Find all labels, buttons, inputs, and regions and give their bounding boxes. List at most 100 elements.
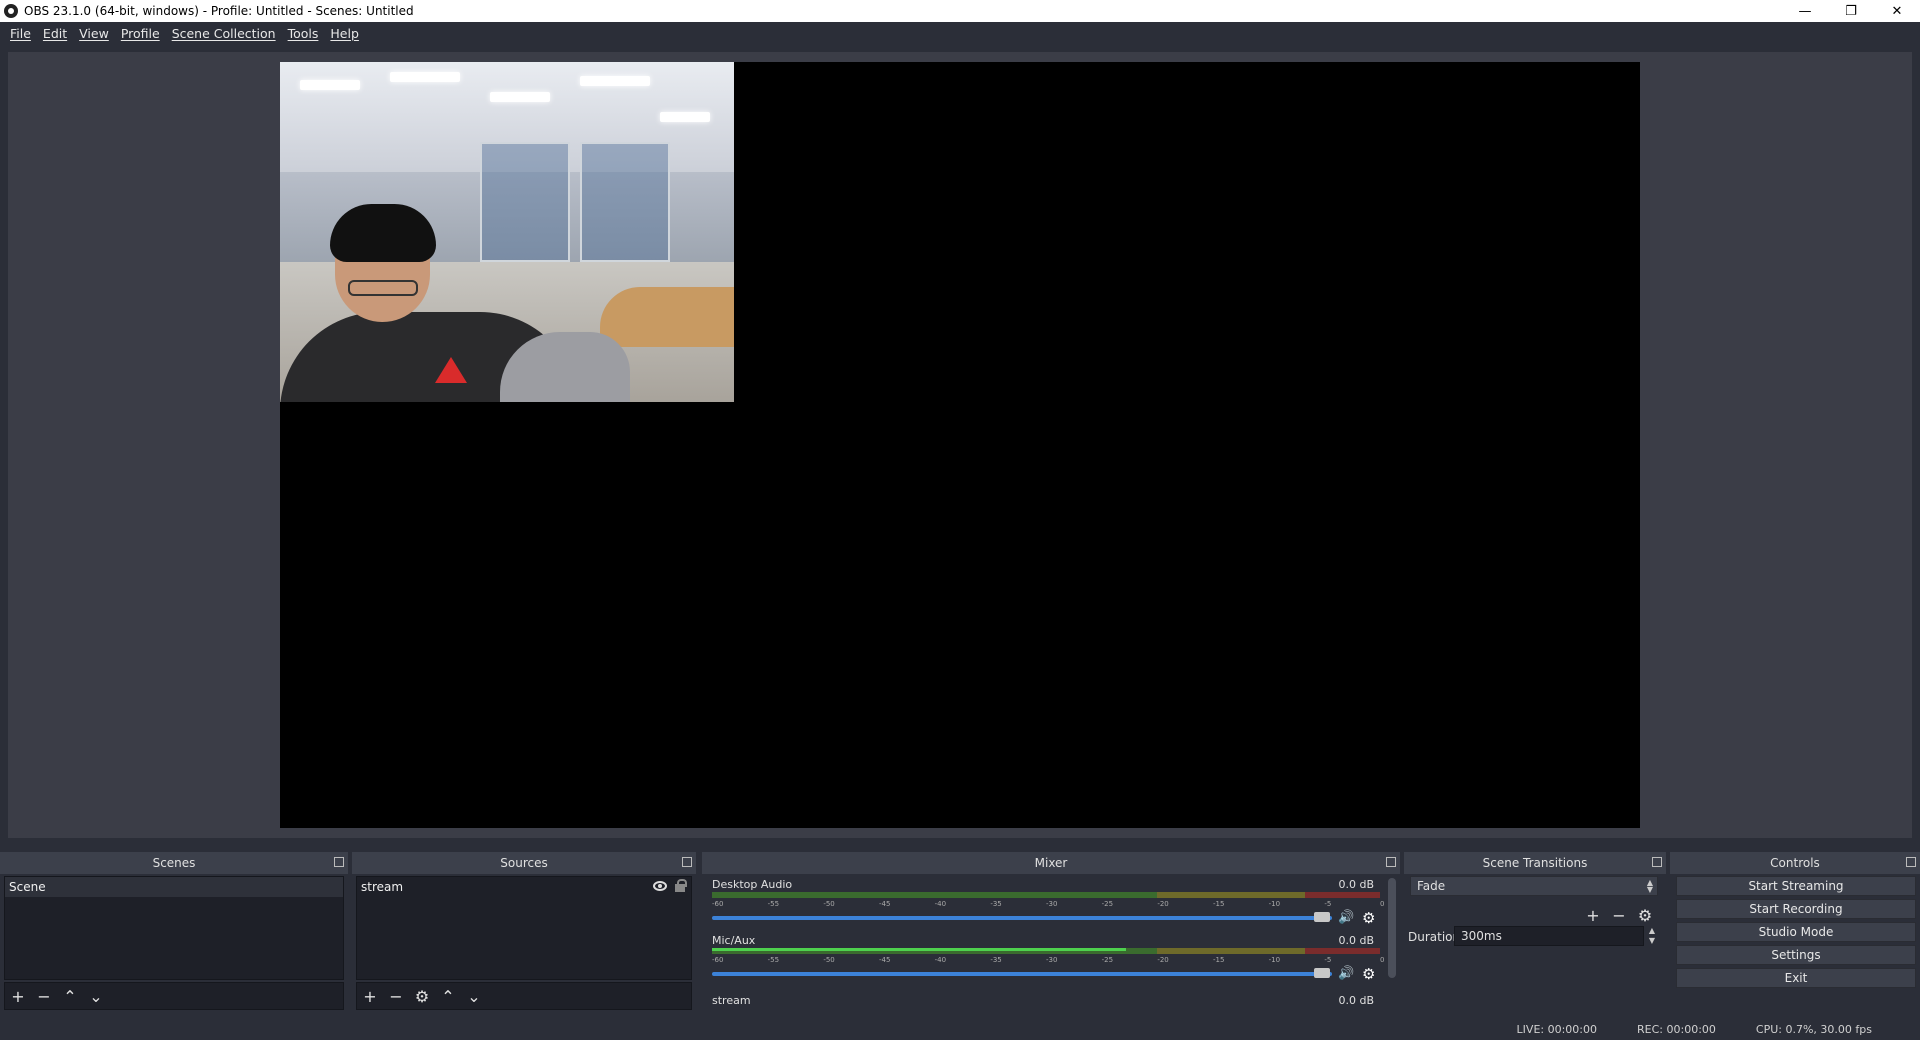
- meter-tick-label: -40: [934, 956, 947, 964]
- meter-tick-label: -50: [823, 900, 835, 908]
- maximize-button[interactable]: ❐: [1828, 0, 1874, 22]
- transition-gear-icon[interactable]: ⚙: [1632, 902, 1658, 928]
- move-down-button[interactable]: ⌄: [461, 983, 487, 1009]
- meter-tick-label: -10: [1268, 956, 1281, 964]
- speaker-icon[interactable]: 🔊: [1338, 910, 1356, 926]
- move-up-button[interactable]: ⌃: [57, 983, 83, 1009]
- meter-tick-label: -60: [712, 900, 724, 908]
- menu-bar: File Edit View Profile Scene Collection …: [0, 22, 1920, 45]
- volume-meter: [712, 948, 1380, 954]
- shirt-logo: [435, 357, 467, 383]
- mixer-header: Mixer: [702, 852, 1400, 874]
- window-title: OBS 23.1.0 (64-bit, windows) - Profile: …: [24, 4, 414, 18]
- list-item[interactable]: Scene: [5, 877, 343, 897]
- add-scene-button[interactable]: +: [5, 983, 31, 1009]
- person-glasses: [348, 280, 418, 296]
- controls-dock: Controls Start Streaming Start Recording…: [1670, 852, 1920, 1012]
- channel-name: Desktop Audio: [712, 878, 793, 891]
- gear-icon[interactable]: ⚙: [1362, 965, 1380, 983]
- meter-tick-label: -20: [1157, 956, 1169, 964]
- meter-tick-label: -55: [767, 900, 780, 908]
- undock-icon[interactable]: [334, 857, 344, 867]
- add-source-button[interactable]: +: [357, 983, 383, 1009]
- meter-tick-label: -35: [990, 900, 1002, 908]
- duration-spinner[interactable]: ▲ ▼: [1646, 926, 1658, 946]
- meter-tick-label: -20: [1157, 900, 1169, 908]
- meter-tick-label: 0: [1380, 900, 1385, 908]
- meter-tick-label: -30: [1046, 900, 1058, 908]
- remove-source-button[interactable]: −: [383, 983, 409, 1009]
- close-button[interactable]: ✕: [1874, 0, 1920, 22]
- remove-scene-button[interactable]: −: [31, 983, 57, 1009]
- menu-scene-collection[interactable]: Scene Collection: [166, 26, 282, 41]
- status-bar: LIVE: 00:00:00 REC: 00:00:00 CPU: 0.7%, …: [0, 1018, 1920, 1040]
- move-down-button[interactable]: ⌄: [83, 983, 109, 1009]
- volume-meter: [712, 892, 1380, 898]
- meter-tick-label: -30: [1046, 956, 1058, 964]
- mixer-scrollbar[interactable]: [1388, 878, 1396, 978]
- mixer-channel-desktop-audio: Desktop Audio 0.0 dB -60 -55 -50 -45 -40 -35-…: [710, 878, 1390, 934]
- gear-icon[interactable]: ⚙: [1362, 909, 1380, 927]
- menu-help[interactable]: Help: [324, 26, 365, 41]
- scene-transitions-dock: Scene Transitions Fade ▲ ▼ + − ⚙ Duration…: [1404, 852, 1666, 1012]
- menu-edit[interactable]: Edit: [37, 26, 73, 41]
- scenes-list[interactable]: Scene: [4, 876, 344, 980]
- start-recording-button[interactable]: Start Recording: [1676, 899, 1916, 919]
- volume-slider[interactable]: [712, 968, 1332, 978]
- transition-selected: Fade: [1417, 879, 1446, 893]
- visibility-eye-icon[interactable]: [653, 881, 667, 891]
- channel-db: 0.0 dB: [1338, 994, 1374, 1007]
- person-hair: [330, 204, 436, 262]
- list-item[interactable]: stream: [357, 877, 691, 897]
- glass-partition: [480, 142, 570, 262]
- transition-toolbar: + − ⚙: [1580, 902, 1658, 928]
- glass-partition: [580, 142, 670, 262]
- meter-tick-label: -5: [1324, 956, 1332, 964]
- lock-icon[interactable]: [675, 879, 687, 892]
- desk: [600, 287, 734, 347]
- undock-icon[interactable]: [1386, 857, 1396, 867]
- volume-slider[interactable]: [712, 912, 1332, 922]
- add-transition-button[interactable]: +: [1580, 902, 1606, 928]
- controls-header: Controls: [1670, 852, 1920, 874]
- undock-icon[interactable]: [1906, 857, 1916, 867]
- live-time: LIVE: 00:00:00: [1516, 1022, 1598, 1036]
- minimize-button[interactable]: —: [1782, 0, 1828, 22]
- source-properties-gear-icon[interactable]: ⚙: [409, 983, 435, 1009]
- slider-handle[interactable]: [1314, 968, 1330, 978]
- studio-mode-button[interactable]: Studio Mode: [1676, 922, 1916, 942]
- menu-view[interactable]: View: [73, 26, 115, 41]
- speaker-icon[interactable]: 🔊: [1338, 966, 1356, 982]
- exit-button[interactable]: Exit: [1676, 968, 1916, 988]
- channel-name: Mic/Aux: [712, 934, 756, 947]
- start-streaming-button[interactable]: Start Streaming: [1676, 876, 1916, 896]
- cpu-fps: CPU: 0.7%, 30.00 fps: [1755, 1022, 1872, 1036]
- undock-icon[interactable]: [1652, 857, 1662, 867]
- title-bar: OBS 23.1.0 (64-bit, windows) - Profile: …: [0, 0, 1920, 22]
- menu-file[interactable]: File: [4, 26, 37, 41]
- transition-select[interactable]: Fade ▲ ▼: [1410, 876, 1658, 896]
- duration-label: Duration: [1408, 930, 1461, 944]
- meter-tick-label: -25: [1101, 956, 1114, 964]
- duration-input[interactable]: 300ms: [1454, 926, 1644, 946]
- menu-profile[interactable]: Profile: [115, 26, 166, 41]
- controls-title: Controls: [1770, 856, 1820, 870]
- transitions-title: Scene Transitions: [1482, 856, 1588, 870]
- meter-tick-label: 0: [1380, 956, 1385, 964]
- meter-ticks: -60 -55 -50 -45 -40 -35 -30 -25 -20 -15 -10 -5 0: [712, 900, 1384, 910]
- sources-dock: Sources stream + − ⚙ ⌃ ⌄: [352, 852, 696, 1012]
- slider-handle[interactable]: [1314, 912, 1330, 922]
- settings-button[interactable]: Settings: [1676, 945, 1916, 965]
- ceiling-light: [490, 92, 550, 102]
- webcam-source-image[interactable]: [280, 62, 734, 402]
- meter-tick-label: -25: [1101, 900, 1114, 908]
- move-up-button[interactable]: ⌃: [435, 983, 461, 1009]
- menu-tools[interactable]: Tools: [282, 26, 325, 41]
- sources-list[interactable]: stream: [356, 876, 692, 980]
- remove-transition-button[interactable]: −: [1606, 902, 1632, 928]
- meter-tick-label: -50: [823, 956, 835, 964]
- meter-ticks: -60 -55 -50 -45 -40 -35 -30 -25 -20 -15 -10 -5 0: [712, 956, 1384, 966]
- undock-icon[interactable]: [682, 857, 692, 867]
- source-label: stream: [361, 880, 404, 894]
- meter-tick-label: -35: [990, 956, 1002, 964]
